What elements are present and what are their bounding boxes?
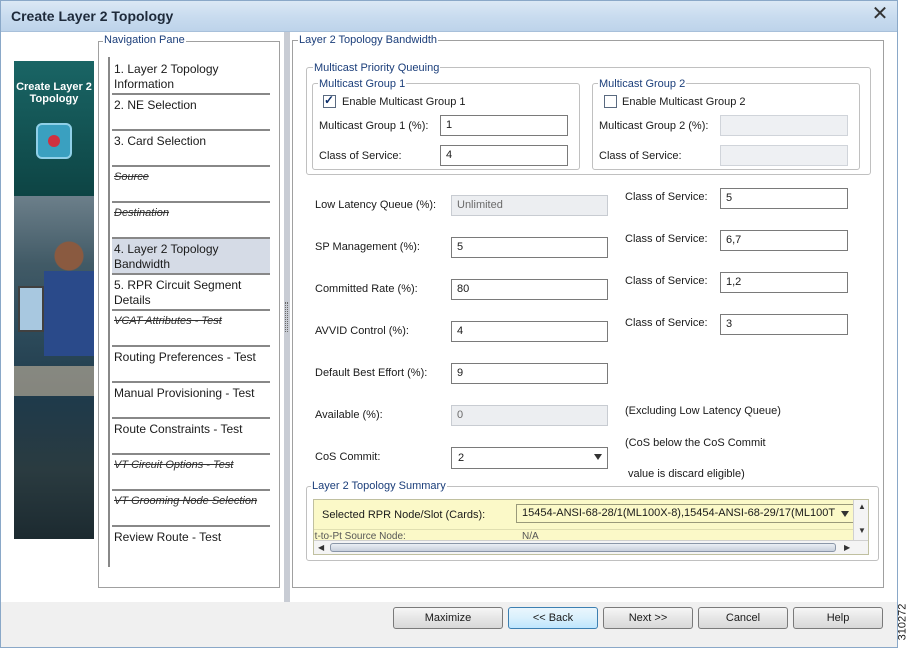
enable-multicast-group-1-label: Enable Multicast Group 1 [342, 96, 466, 108]
nav-item-ne-selection[interactable]: 2. NE Selection [112, 95, 270, 131]
close-icon[interactable]: ✕ [869, 4, 891, 26]
multicast-group-1-cos-input[interactable]: 4 [440, 145, 568, 166]
summary-vertical-scrollbar[interactable]: ▲ ▼ [853, 500, 868, 540]
title-bar: Create Layer 2 Topology ✕ [1, 1, 897, 32]
sp-management-cos-input[interactable]: 6,7 [720, 230, 848, 251]
splitter-grip[interactable] [285, 302, 288, 332]
multicast-group-2-pct-label: Multicast Group 2 (%): [599, 120, 709, 132]
wizard-banner-image: Create Layer 2 Topology [14, 61, 94, 539]
multicast-group-1-label: Multicast Group 1 [318, 78, 407, 90]
nav-item-l2-topology-bandwidth[interactable]: 4. Layer 2 Topology Bandwidth [112, 239, 270, 275]
cos-commit-note-1: (CoS below the CoS Commit [625, 437, 766, 449]
avvid-control-label: AVVID Control (%): [315, 325, 409, 337]
enable-multicast-group-1-checkbox[interactable] [323, 93, 336, 108]
multicast-group-1-cos-label: Class of Service: [319, 150, 402, 162]
nav-item-rpr-circuit-segment[interactable]: 5. RPR Circuit Segment Details [112, 275, 270, 311]
committed-rate-label: Committed Rate (%): [315, 283, 418, 295]
mpq-label: Multicast Priority Queuing [313, 62, 441, 74]
available-input: 0 [451, 405, 608, 426]
summary-nodes-value: 15454-ANSI-68-28/1(ML100X-8),15454-ANSI-… [522, 507, 836, 519]
next-button[interactable]: Next >> [603, 607, 693, 629]
nav-item-manual-provisioning[interactable]: Manual Provisioning - Test [112, 383, 270, 419]
sp-management-cos-label: Class of Service: [625, 233, 708, 245]
summary-row-label: Selected RPR Node/Slot (Cards): [322, 509, 486, 521]
enable-multicast-group-2-checkbox[interactable] [604, 95, 617, 108]
banner-photo [14, 196, 94, 539]
multicast-group-2-cos-input [720, 145, 848, 166]
avvid-control-input[interactable]: 4 [451, 321, 608, 342]
avvid-control-cos-label: Class of Service: [625, 317, 708, 329]
navigation-list: 1. Layer 2 Topology Information 2. NE Se… [108, 57, 270, 567]
multicast-group-1-pct-label: Multicast Group 1 (%): [319, 120, 429, 132]
summary-row: Selected RPR Node/Slot (Cards): 15454-AN… [314, 500, 856, 530]
enable-multicast-group-2-label: Enable Multicast Group 2 [622, 96, 746, 108]
cos-commit-label: CoS Commit: [315, 451, 381, 463]
wizard-window: Create Layer 2 Topology ✕ Create Layer 2… [0, 0, 898, 648]
person-graphic [44, 236, 94, 356]
cos-commit-value: 2 [458, 452, 465, 464]
nav-item-vcat-attributes: VCAT Attributes - Test [112, 311, 270, 347]
nav-item-vt-grooming-node: VT Grooming Node Selection [112, 491, 270, 527]
multicast-group-2-label: Multicast Group 2 [598, 78, 687, 90]
sp-management-input[interactable]: 5 [451, 237, 608, 258]
cos-commit-select[interactable]: 2 [451, 447, 608, 469]
default-best-effort-label: Default Best Effort (%): [315, 367, 428, 379]
scroll-down-icon[interactable]: ▼ [858, 526, 866, 535]
nav-item-vt-circuit-options: VT Circuit Options - Test [112, 455, 270, 491]
nav-item-source: Source [112, 167, 270, 203]
cancel-button[interactable]: Cancel [698, 607, 788, 629]
sp-management-label: SP Management (%): [315, 241, 420, 253]
llq-input: Unlimited [451, 195, 608, 216]
monitor-graphic [18, 286, 44, 332]
nav-item-review-route[interactable]: Review Route - Test [112, 527, 270, 563]
llq-cos-input[interactable]: 5 [720, 188, 848, 209]
scroll-right-icon[interactable]: ▶ [844, 543, 850, 552]
banner-header: Create Layer 2 Topology [14, 61, 94, 196]
multicast-group-2-pct-input [720, 115, 848, 136]
avvid-control-cos-input[interactable]: 3 [720, 314, 848, 335]
committed-rate-cos-input[interactable]: 1,2 [720, 272, 848, 293]
figure-number: 310272 [896, 600, 916, 648]
maximize-button[interactable]: Maximize [393, 607, 503, 629]
cos-commit-note-2: value is discard eligible) [628, 468, 745, 480]
scroll-left-icon[interactable]: ◀ [318, 543, 324, 552]
chevron-down-icon [594, 454, 602, 460]
nav-item-routing-preferences[interactable]: Routing Preferences - Test [112, 347, 270, 383]
default-best-effort-input[interactable]: 9 [451, 363, 608, 384]
scrollbar-thumb[interactable] [330, 543, 836, 552]
llq-cos-label: Class of Service: [625, 191, 708, 203]
committed-rate-input[interactable]: 80 [451, 279, 608, 300]
nav-item-route-constraints[interactable]: Route Constraints - Test [112, 419, 270, 455]
navigation-pane-label: Navigation Pane [103, 34, 186, 46]
summary-horizontal-scrollbar[interactable]: ◀ ▶ [314, 540, 868, 554]
nav-item-card-selection[interactable]: 3. Card Selection [112, 131, 270, 167]
available-note: (Excluding Low Latency Queue) [625, 405, 781, 417]
nav-item-l2-topology-information[interactable]: 1. Layer 2 Topology Information [112, 59, 270, 95]
window-title: Create Layer 2 Topology [11, 8, 174, 24]
multicast-group-1-pct-input[interactable]: 1 [440, 115, 568, 136]
multicast-group-2-cos-label: Class of Service: [599, 150, 682, 162]
nav-item-destination: Destination [112, 203, 270, 239]
summary-nodes-select[interactable]: 15454-ANSI-68-28/1(ML100X-8),15454-ANSI-… [516, 504, 856, 523]
figure-number-text: 310272 [896, 603, 909, 641]
banner-label: Create Layer 2 Topology [16, 81, 92, 105]
help-button[interactable]: Help [793, 607, 883, 629]
available-label: Available (%): [315, 409, 383, 421]
summary-table: Selected RPR Node/Slot (Cards): 15454-AN… [313, 499, 869, 555]
chevron-down-icon [841, 511, 849, 517]
topology-summary-label: Layer 2 Topology Summary [311, 480, 447, 492]
pane-splitter[interactable] [284, 32, 290, 602]
scroll-up-icon[interactable]: ▲ [858, 502, 866, 511]
topology-icon [36, 123, 72, 159]
llq-label: Low Latency Queue (%): [315, 199, 437, 211]
committed-rate-cos-label: Class of Service: [625, 275, 708, 287]
back-button[interactable]: << Back [508, 607, 598, 629]
desk-graphic [14, 366, 94, 396]
bandwidth-panel-label: Layer 2 Topology Bandwidth [298, 34, 439, 46]
